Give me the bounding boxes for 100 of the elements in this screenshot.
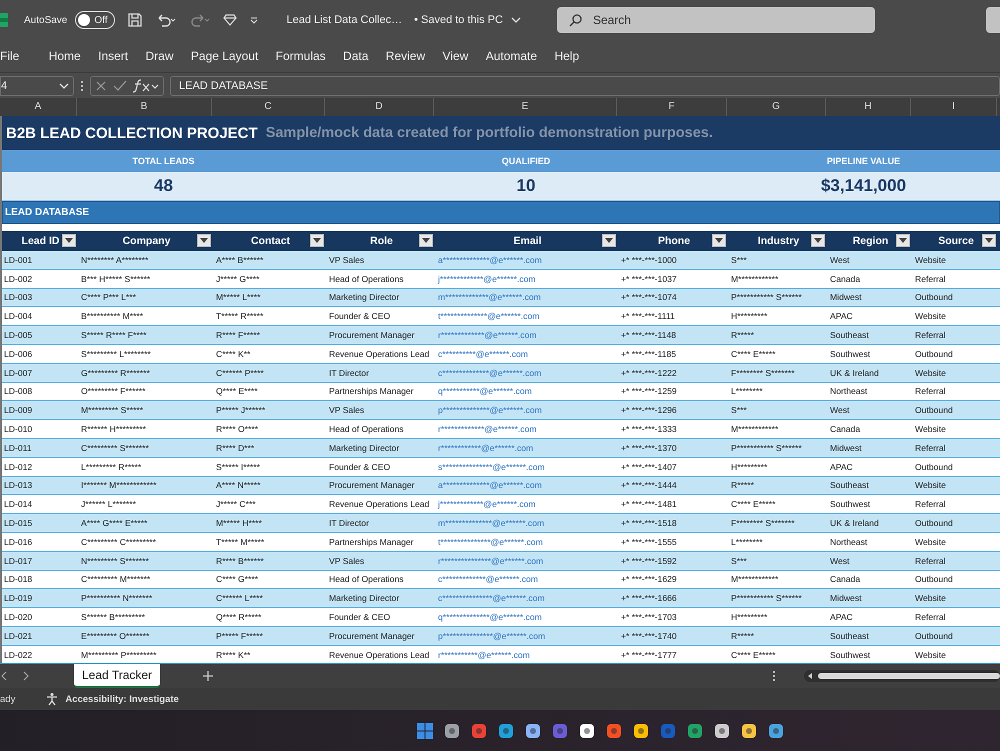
- save-icon[interactable]: [126, 12, 143, 28]
- table-cell-text: VP Sales: [328, 254, 366, 267]
- ribbon-tab[interactable]: Review: [377, 49, 434, 63]
- filter-button[interactable]: [310, 234, 324, 247]
- cancel-icon[interactable]: [95, 80, 107, 92]
- table-cell-text: Outbound: [914, 460, 954, 474]
- table-cell-text: Q**** R*****: [215, 611, 262, 624]
- table-cell-text: +* ***-***-1333: [620, 423, 678, 436]
- more-icon[interactable]: [772, 670, 776, 682]
- table-cell-text: LD-005: [3, 329, 34, 342]
- table-cell-text: Website: [914, 479, 947, 492]
- taskbar-app-icon[interactable]: [632, 722, 648, 738]
- table-cell-text: p**************@e******.com: [437, 404, 543, 418]
- kpi-value: 48: [154, 176, 173, 196]
- windows-icon[interactable]: [416, 722, 432, 738]
- table-cell-text: +* ***-***-1592: [620, 554, 678, 568]
- dropdown-arrow-icon: [65, 238, 73, 243]
- table-cell-text: O********* F******: [80, 385, 146, 398]
- filter-button[interactable]: [811, 234, 825, 247]
- table-cell-text: APAC: [829, 611, 854, 624]
- filter-button[interactable]: [982, 234, 996, 247]
- table-cell-text: Revenue Operations Lead: [328, 498, 430, 512]
- table-cell-text: LD-010: [3, 423, 34, 436]
- table-cell-text: LD-012: [3, 460, 34, 474]
- document-title[interactable]: Lead List Data Collec…: [286, 14, 402, 26]
- filter-button[interactable]: [712, 234, 726, 247]
- table-cell-text: G********* R*******: [80, 366, 151, 380]
- taskbar-app-icon[interactable]: [740, 722, 756, 738]
- formula-field[interactable]: LEAD DATABASE: [170, 76, 1000, 96]
- filter-button[interactable]: [896, 234, 910, 247]
- ribbon-tab[interactable]: File: [0, 49, 28, 63]
- ribbon-tab[interactable]: Automate: [477, 49, 546, 63]
- column-header: Lead ID: [22, 235, 60, 247]
- ribbon-tab[interactable]: Draw: [136, 49, 182, 63]
- diamond-icon[interactable]: [222, 13, 237, 27]
- taskbar-app-icon[interactable]: [578, 722, 594, 738]
- save-status[interactable]: • Saved to this PC: [414, 14, 503, 26]
- ribbon-tab[interactable]: Formulas: [266, 49, 334, 63]
- more-icon[interactable]: [80, 80, 84, 92]
- add-sheet-icon[interactable]: [202, 670, 214, 682]
- filter-button[interactable]: [602, 234, 616, 247]
- table-cell-text: Midwest: [829, 291, 863, 304]
- table-cell-text: Revenue Operations Lead: [328, 348, 430, 361]
- filter-button[interactable]: [197, 234, 211, 247]
- table-cell-text: Outbound: [914, 291, 954, 304]
- search-field[interactable]: Search: [556, 7, 875, 33]
- sheet-tab[interactable]: Lead Tracker: [74, 664, 160, 688]
- taskbar-app-icon[interactable]: [714, 722, 730, 738]
- ribbon-tab[interactable]: Page Layout: [182, 49, 267, 63]
- caret-icon[interactable]: [510, 16, 521, 24]
- check-icon[interactable]: [113, 80, 127, 92]
- accessibility-status[interactable]: Accessibility: Investigate: [65, 694, 179, 704]
- table-cell-text: +* ***-***-1407: [620, 460, 678, 474]
- table-cell-text: C**** E*****: [730, 348, 776, 361]
- table-cell-text: a**************@e******.com: [437, 479, 543, 492]
- table-cell-text: +* ***-***-1185: [620, 348, 678, 361]
- table-cell-text: LD-014: [3, 498, 34, 512]
- taskbar-app-icon[interactable]: [524, 722, 540, 738]
- ribbon-tab[interactable]: View: [434, 49, 477, 63]
- column-header: Source: [938, 235, 974, 247]
- accessibility-icon[interactable]: [45, 692, 60, 706]
- filter-button[interactable]: [419, 234, 433, 247]
- table-cell-text: Website: [914, 423, 947, 436]
- column-header: Role: [370, 235, 393, 247]
- table-cell-text: UK & Ireland: [829, 517, 880, 530]
- table-cell-text: Website: [914, 254, 947, 267]
- table-cell-text: +* ***-***-1740: [620, 630, 678, 643]
- table-cell-text: B*** H***** S******: [80, 272, 152, 286]
- redo-icon[interactable]: [188, 12, 211, 28]
- table-cell-text: Partnerships Manager: [328, 536, 415, 549]
- kpi-label: TOTAL LEADS: [132, 156, 194, 166]
- table-cell-text: N********* S*******: [80, 554, 150, 568]
- table-cell-text: I******* M************: [80, 479, 158, 492]
- search-input[interactable]: Search: [590, 12, 845, 28]
- table-cell-text: j*************@e******.com: [436, 498, 537, 512]
- ribbon-tab[interactable]: Data: [334, 49, 378, 63]
- next-sheet-icon[interactable]: [22, 671, 30, 681]
- table-cell-text: Referral: [914, 272, 947, 286]
- horizontal-scrollbar[interactable]: [804, 670, 1000, 682]
- table-cell-text: +* ***-***-1703: [620, 611, 678, 624]
- table-cell-text: Head of Operations: [328, 272, 405, 286]
- autosave-toggle[interactable]: Off: [75, 11, 115, 29]
- table-cell-text: M***** L****: [215, 291, 262, 304]
- name-box[interactable]: 4: [0, 76, 74, 96]
- table-cell-text: +* ***-***-1666: [620, 592, 678, 606]
- filter-button[interactable]: [62, 234, 76, 247]
- table-cell-text: M************: [730, 423, 780, 436]
- customize-caret-icon[interactable]: [248, 15, 259, 25]
- ribbon-tab[interactable]: Help: [546, 49, 588, 63]
- function-icon[interactable]: [133, 78, 159, 92]
- table-cell-text: P***** F*****: [215, 630, 264, 643]
- dropdown-arrow-icon: [422, 238, 430, 243]
- previous-sheet-icon[interactable]: [0, 671, 8, 681]
- ribbon-tab[interactable]: Insert: [89, 49, 137, 63]
- table-cell-text: T***** M*****: [215, 536, 266, 549]
- taskbar-app-icon[interactable]: [444, 722, 460, 738]
- table-cell-text: Website: [914, 648, 947, 662]
- table-cell-text: r***********@e******.com: [437, 648, 531, 662]
- ribbon-tab[interactable]: Home: [40, 49, 90, 63]
- table-cell-text: R**** K**: [215, 648, 252, 662]
